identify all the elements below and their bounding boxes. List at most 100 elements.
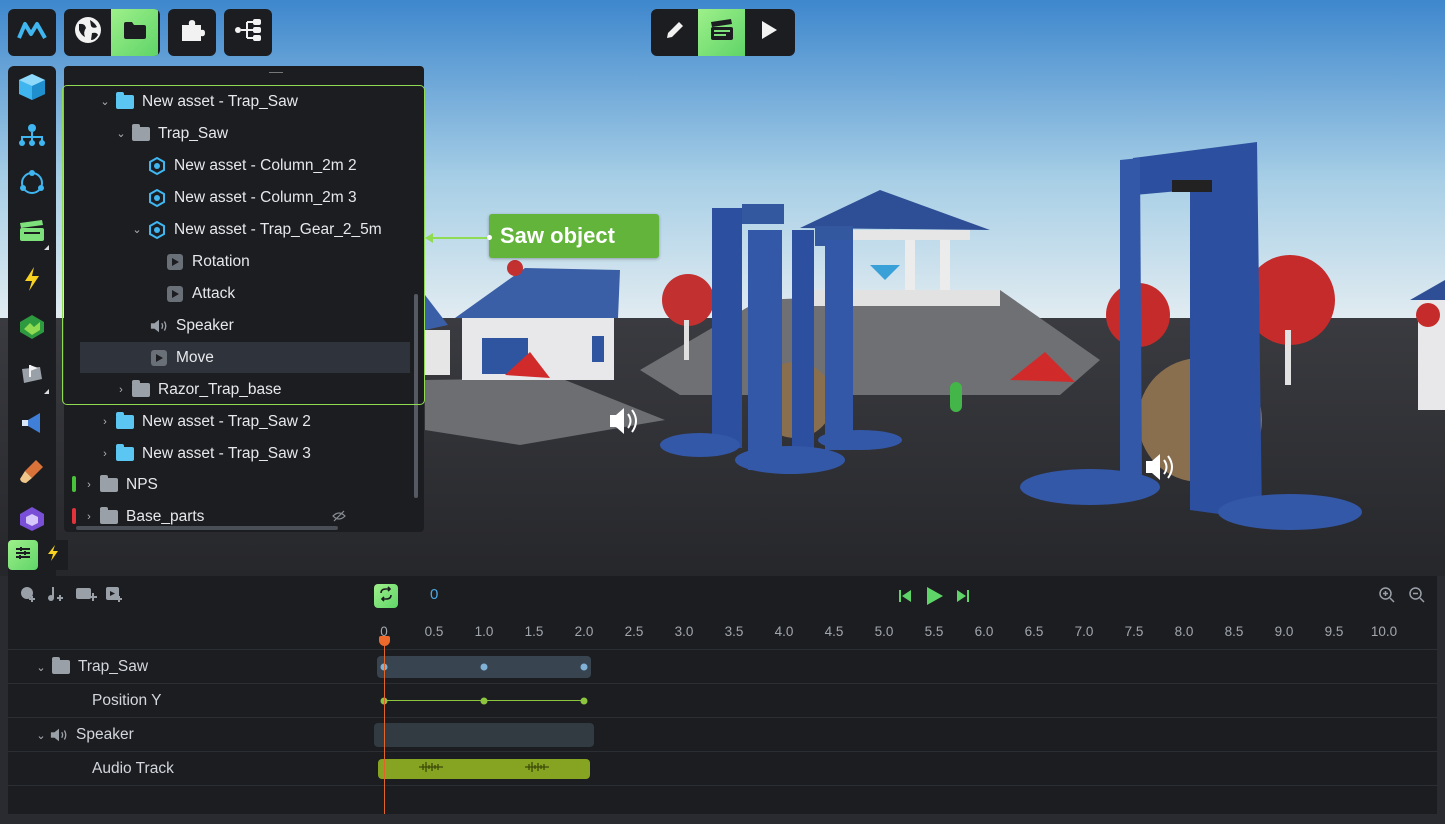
track-label: Audio Track bbox=[92, 760, 174, 777]
rail-brush-button[interactable] bbox=[14, 455, 50, 491]
panel-drag-handle[interactable] bbox=[269, 72, 283, 75]
plugins-button[interactable] bbox=[168, 9, 216, 56]
tree-item-label: Razor_Trap_base bbox=[158, 380, 282, 398]
chevron-right-icon[interactable]: › bbox=[114, 383, 128, 397]
rail-cycle-button[interactable] bbox=[14, 167, 50, 203]
speaker-clip[interactable] bbox=[374, 723, 594, 747]
track-row-position-y[interactable]: Position Y bbox=[8, 683, 1437, 717]
tree-item-attack[interactable]: Attack bbox=[64, 278, 412, 309]
folder-icon bbox=[116, 91, 134, 110]
skip-forward-icon bbox=[956, 590, 970, 610]
playhead-handle[interactable] bbox=[379, 636, 390, 646]
add-video-track-button[interactable] bbox=[74, 586, 98, 606]
animation-icon bbox=[166, 253, 184, 270]
chevron-right-icon[interactable]: › bbox=[82, 478, 96, 492]
tree-item-trap-saw-asset[interactable]: ⌄ New asset - Trap_Saw bbox=[64, 86, 412, 117]
ruler-tick-label: 6.0 bbox=[974, 624, 994, 639]
horizontal-scrollbar[interactable] bbox=[76, 526, 338, 530]
keyframe[interactable] bbox=[580, 697, 588, 705]
asset-icon bbox=[148, 188, 166, 207]
play-button[interactable] bbox=[924, 584, 944, 613]
graph-button[interactable] bbox=[224, 9, 272, 56]
rail-package-button[interactable] bbox=[14, 503, 50, 539]
tree-item-label: New asset - Column_2m 2 bbox=[174, 156, 357, 174]
tree-item-razor-trap-base[interactable]: › Razor_Trap_base bbox=[64, 374, 412, 405]
track-row-audio[interactable]: Audio Track bbox=[8, 751, 1437, 785]
ruler-tick-label: 7.5 bbox=[1124, 624, 1144, 639]
ruler-tick-label: 7.0 bbox=[1074, 624, 1094, 639]
tree-item-column-3[interactable]: New asset - Column_2m 3 bbox=[64, 182, 412, 213]
tree-item-trap-saw-2[interactable]: › New asset - Trap_Saw 2 bbox=[64, 406, 412, 437]
tree-item-move[interactable]: Move bbox=[80, 342, 410, 373]
chevron-down-icon[interactable]: ⌄ bbox=[98, 95, 112, 109]
zoom-out-button[interactable] bbox=[1408, 586, 1426, 609]
world-view-button[interactable] bbox=[64, 9, 111, 56]
chevron-right-icon[interactable]: › bbox=[82, 510, 96, 524]
edit-mode-button[interactable] bbox=[651, 9, 698, 56]
view-toggle-group bbox=[64, 9, 160, 56]
app-logo-button[interactable] bbox=[8, 9, 56, 56]
node-graph-icon bbox=[233, 17, 263, 48]
timeline-icon bbox=[14, 545, 32, 566]
current-frame-readout[interactable]: 0 bbox=[430, 586, 438, 603]
ruler-tick-label: 10.0 bbox=[1370, 624, 1398, 639]
hierarchy-panel[interactable]: ⌄ New asset - Trap_Saw ⌄ Trap_Saw New as… bbox=[64, 66, 424, 532]
add-audio-track-button[interactable] bbox=[46, 586, 66, 606]
track-label: Speaker bbox=[76, 726, 134, 743]
tree-item-nps[interactable]: › NPS bbox=[64, 469, 412, 500]
assets-view-button[interactable] bbox=[111, 9, 158, 56]
vertical-scrollbar[interactable] bbox=[414, 294, 418, 498]
timeline-panel-tab[interactable] bbox=[8, 540, 38, 570]
add-video-icon bbox=[75, 585, 97, 608]
callout-label: Saw object bbox=[500, 223, 615, 248]
waveform-icon bbox=[524, 760, 550, 779]
tree-item-trap-gear[interactable]: ⌄ New asset - Trap_Gear_2_5m bbox=[64, 214, 412, 245]
lightning-icon bbox=[46, 544, 60, 567]
tree-item-trap-saw[interactable]: ⌄ Trap_Saw bbox=[64, 118, 412, 149]
play-icon bbox=[924, 587, 944, 612]
chevron-right-icon[interactable]: › bbox=[98, 415, 112, 429]
chevron-down-icon[interactable]: ⌄ bbox=[130, 223, 144, 237]
tree-item-speaker[interactable]: Speaker bbox=[64, 310, 412, 341]
ruler-tick-label: 5.5 bbox=[924, 624, 944, 639]
zoom-in-button[interactable] bbox=[1378, 586, 1396, 609]
add-audio-icon bbox=[47, 585, 65, 608]
playhead[interactable] bbox=[384, 638, 385, 814]
audio-clip[interactable] bbox=[378, 759, 590, 779]
rail-lightning-button[interactable] bbox=[14, 263, 50, 299]
tree-item-trap-saw-3[interactable]: › New asset - Trap_Saw 3 bbox=[64, 438, 412, 469]
speaker-icon bbox=[50, 727, 68, 743]
rail-clapper-button[interactable] bbox=[14, 215, 50, 251]
skip-forward-button[interactable] bbox=[956, 586, 970, 611]
rail-terrain-button[interactable] bbox=[14, 311, 50, 347]
flag-icon bbox=[18, 361, 46, 394]
tree-item-rotation[interactable]: Rotation bbox=[64, 246, 412, 277]
add-object-track-button[interactable] bbox=[18, 586, 38, 606]
chevron-right-icon[interactable]: › bbox=[98, 447, 112, 461]
cycle-icon bbox=[18, 169, 46, 202]
chevron-down-icon[interactable]: ⌄ bbox=[114, 127, 128, 141]
tree-item-column-2[interactable]: New asset - Column_2m 2 bbox=[64, 150, 412, 181]
keyframe[interactable] bbox=[480, 697, 488, 705]
ruler-tick-label: 2.0 bbox=[574, 624, 594, 639]
animation-mode-button[interactable] bbox=[698, 9, 745, 56]
tree-item-label: Speaker bbox=[176, 316, 234, 334]
rail-megaphone-button[interactable] bbox=[14, 407, 50, 443]
chevron-down-icon[interactable]: ⌄ bbox=[34, 660, 48, 674]
add-clip-track-button[interactable] bbox=[104, 586, 124, 606]
logic-panel-tab[interactable] bbox=[38, 540, 68, 570]
keyframe[interactable] bbox=[480, 663, 488, 671]
rail-hierarchy-button[interactable] bbox=[14, 119, 50, 155]
left-tool-rail bbox=[8, 66, 56, 576]
skip-back-button[interactable] bbox=[898, 586, 912, 611]
loop-toggle-button[interactable] bbox=[374, 584, 398, 608]
track-row-trap-saw[interactable]: ⌄ Trap_Saw bbox=[8, 649, 1437, 683]
rail-flag-button[interactable] bbox=[14, 359, 50, 395]
keyframe[interactable] bbox=[580, 663, 588, 671]
play-mode-button[interactable] bbox=[745, 9, 792, 56]
track-row-speaker[interactable]: ⌄ Speaker bbox=[8, 717, 1437, 751]
chevron-down-icon[interactable]: ⌄ bbox=[34, 728, 48, 742]
tree-item-label: Base_parts bbox=[126, 507, 205, 525]
rail-cube-button[interactable] bbox=[14, 71, 50, 107]
ruler-tick-label: 0.5 bbox=[424, 624, 444, 639]
